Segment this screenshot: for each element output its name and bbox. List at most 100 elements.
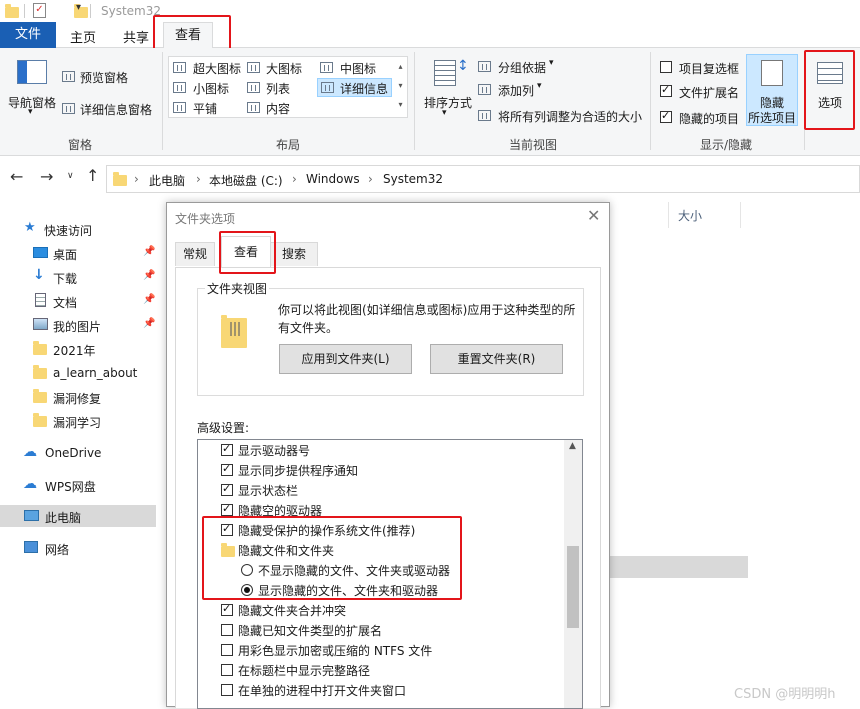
scroll-thumb[interactable] [567, 546, 579, 628]
tab-file[interactable]: 文件 [0, 22, 56, 48]
sidebar-item-documents[interactable]: 文档 📌 [0, 290, 156, 312]
setting-row[interactable]: 显示隐藏的文件、文件夹和驱动器 [198, 580, 562, 600]
sidebar-item-this-pc[interactable]: 此电脑 [0, 505, 156, 527]
setting-row[interactable]: 隐藏受保护的操作系统文件(推荐) [198, 520, 562, 540]
setting-checkbox[interactable] [221, 624, 233, 636]
pin-icon[interactable]: 📌 [143, 294, 155, 305]
setting-checkbox[interactable] [221, 664, 233, 676]
address-bar[interactable]: › 此电脑 › 本地磁盘 (C:) › Windows › System32 [106, 165, 860, 193]
sidebar-item-folder-vuln-fix[interactable]: 漏洞修复 [0, 386, 156, 408]
setting-row[interactable]: 隐藏已知文件类型的扩展名 [198, 620, 562, 640]
options-icon [817, 62, 843, 84]
setting-row[interactable]: 在单独的进程中打开文件夹窗口 [198, 680, 562, 700]
layout-list[interactable]: 列表 [247, 79, 315, 97]
setting-radio[interactable] [241, 564, 253, 576]
sidebar-item-downloads[interactable]: ↓ 下载 📌 [0, 266, 156, 288]
quick-access-dropdown-icon[interactable]: ▾ [76, 2, 81, 13]
hidden-items-toggle[interactable] [660, 109, 672, 123]
layout-content[interactable]: 内容 [247, 99, 315, 117]
fit-columns-button[interactable]: 将所有列调整为合适的大小 [478, 107, 646, 125]
setting-label: 隐藏受保护的操作系统文件(推荐) [238, 524, 416, 538]
setting-checkbox[interactable] [221, 644, 233, 656]
sidebar-item-folder-vuln-study[interactable]: 漏洞学习 [0, 410, 156, 432]
breadcrumb-this-pc[interactable]: 此电脑 [149, 172, 185, 189]
properties-icon[interactable]: ✓ [33, 3, 46, 18]
sidebar-item-folder-2021[interactable]: 2021年 [0, 338, 156, 360]
history-dropdown-icon[interactable]: ∨ [67, 171, 74, 181]
tab-share[interactable]: 共享 [123, 27, 149, 46]
setting-checkbox[interactable] [221, 502, 233, 516]
pin-icon[interactable]: 📌 [143, 318, 155, 329]
pin-icon[interactable]: 📌 [143, 246, 155, 257]
sidebar-item-network[interactable]: 网络 [0, 537, 156, 559]
breadcrumb-system32[interactable]: System32 [383, 172, 443, 186]
breadcrumb-sep: › [292, 172, 297, 186]
file-extensions-toggle[interactable] [660, 83, 672, 97]
layout-large-icons[interactable]: 大图标 [247, 59, 315, 77]
options-button[interactable]: 选项 [810, 54, 850, 120]
breadcrumb-c-drive[interactable]: 本地磁盘 (C:) [209, 172, 283, 189]
layout-tiles[interactable]: 平铺 [173, 99, 245, 117]
setting-checkbox[interactable] [221, 684, 233, 696]
reset-folders-button[interactable]: 重置文件夹(R) [430, 344, 563, 374]
apply-to-folders-button[interactable]: 应用到文件夹(L) [279, 344, 412, 374]
nav-pane-button[interactable]: 导航窗格 ▾ [6, 54, 60, 120]
setting-checkbox[interactable] [221, 462, 233, 476]
column-header-size[interactable]: 大小 [678, 207, 702, 224]
sidebar-item-pictures[interactable]: 我的图片 📌 [0, 314, 156, 336]
setting-checkbox[interactable] [221, 522, 233, 536]
setting-label: 显示驱动器号 [238, 444, 311, 458]
sidebar-item-onedrive[interactable]: ☁ OneDrive [0, 442, 156, 464]
sidebar-item-label: 桌面 [53, 248, 78, 262]
sidebar-item-wps[interactable]: ☁ WPS网盘 [0, 474, 156, 496]
setting-row[interactable]: 用彩色显示加密或压缩的 NTFS 文件 [198, 640, 562, 660]
add-columns-button[interactable]: 添加列 ▾ [478, 81, 558, 99]
setting-row[interactable]: 在标题栏中显示完整路径 [198, 660, 562, 680]
group-label-panes: 窗格 [68, 138, 93, 152]
sidebar-item-quick-access[interactable]: ★ 快速访问 [0, 218, 156, 240]
tab-home[interactable]: 主页 [70, 27, 96, 46]
back-icon[interactable]: ← [10, 167, 23, 186]
setting-row[interactable]: 显示状态栏 [198, 480, 562, 500]
setting-radio[interactable] [241, 584, 253, 596]
item-checkbox-toggle[interactable] [660, 61, 672, 73]
sidebar-item-folder-learn[interactable]: a_learn_about [0, 362, 156, 384]
layout-medium-icons[interactable]: 中图标 [320, 59, 390, 77]
tab-general[interactable]: 常规 [175, 242, 215, 266]
details-icon [321, 82, 334, 93]
selected-file-row[interactable] [604, 556, 748, 578]
settings-scrollbar[interactable]: ▲ [564, 440, 582, 708]
setting-row[interactable]: 不显示隐藏的文件、文件夹或驱动器 [198, 560, 562, 580]
setting-checkbox[interactable] [221, 602, 233, 616]
preview-pane-button[interactable]: 预览窗格 [62, 68, 162, 86]
forward-icon[interactable]: → [40, 167, 53, 186]
setting-row[interactable]: 隐藏文件夹合并冲突 [198, 600, 562, 620]
tab-view[interactable]: 查看 [221, 236, 271, 268]
setting-row[interactable]: 显示驱动器号 [198, 440, 562, 460]
group-label-current-view: 当前视图 [509, 138, 558, 152]
setting-row[interactable]: 隐藏文件和文件夹 [198, 540, 562, 560]
folder-view-description-1: 你可以将此视图(如详细信息或图标)应用于这种类型的所 [278, 303, 576, 317]
close-icon[interactable]: ✕ [587, 206, 600, 225]
folder-view-legend: 文件夹视图 [205, 280, 270, 297]
tab-view[interactable]: 查看 [163, 22, 213, 49]
setting-row[interactable]: 显示同步提供程序通知 [198, 460, 562, 480]
breadcrumb-windows[interactable]: Windows [306, 172, 360, 186]
details-pane-button[interactable]: 详细信息窗格 [62, 100, 162, 118]
layout-xl-icons[interactable]: 超大图标 [173, 59, 245, 77]
setting-checkbox[interactable] [221, 482, 233, 496]
setting-row[interactable]: 隐藏空的驱动器 [198, 500, 562, 520]
layout-gallery-scroll[interactable]: ▴ ▾ ▾ [394, 57, 407, 117]
sidebar-item-desktop[interactable]: 桌面 📌 [0, 242, 156, 264]
hide-selected-button[interactable]: 隐藏 所选项目 [746, 54, 798, 126]
sort-by-label: 排序方式 [424, 96, 473, 110]
up-icon[interactable]: ↑ [86, 166, 99, 185]
layout-small-icons[interactable]: 小图标 [173, 79, 245, 97]
layout-details[interactable]: 详细信息 [317, 78, 392, 97]
pin-icon[interactable]: 📌 [143, 270, 155, 281]
group-by-button[interactable]: 分组依据 ▾ [478, 58, 568, 76]
sort-by-button[interactable]: ↕ 排序方式 ▾ [420, 56, 476, 122]
setting-checkbox[interactable] [221, 442, 233, 456]
tab-search[interactable]: 搜索 [270, 242, 318, 266]
scroll-up-icon[interactable]: ▲ [569, 441, 576, 451]
